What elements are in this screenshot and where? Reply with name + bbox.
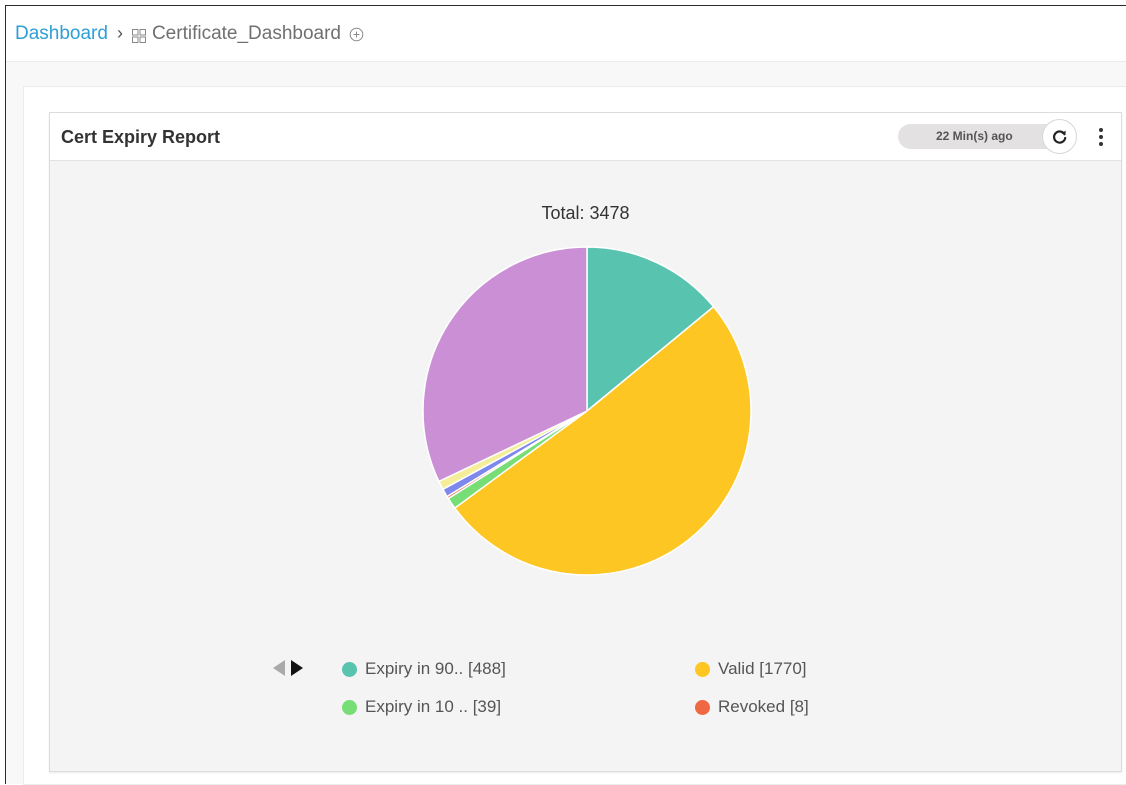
legend-item-revoked[interactable]: Revoked [8]: [695, 697, 809, 717]
legend-item-expiry-90[interactable]: Expiry in 90.. [488]: [342, 659, 506, 679]
legend-swatch: [342, 699, 357, 715]
triangle-left-icon[interactable]: [271, 659, 287, 682]
cert-expiry-widget: Cert Expiry Report 22 Min(s) ago Total: …: [49, 112, 1122, 772]
dashboard-canvas: Cert Expiry Report 22 Min(s) ago Total: …: [23, 86, 1126, 785]
legend-item-valid[interactable]: Valid [1770]: [695, 659, 807, 679]
legend-item-expiry-10[interactable]: Expiry in 10 .. [39]: [342, 697, 501, 717]
legend-label: Expiry in 90.. [488]: [365, 659, 506, 678]
legend-label: Expiry in 10 .. [39]: [365, 697, 502, 716]
legend-swatch: [695, 699, 710, 715]
legend-swatch: [695, 661, 710, 677]
chart-legend: Expiry in 90.. [488] Valid [1770] Expiry…: [342, 649, 862, 729]
breadcrumb-dashboard-link[interactable]: Dashboard: [15, 23, 108, 45]
triangle-right-icon[interactable]: [289, 659, 305, 682]
breadcrumb: Dashboard › Certificate_Dashboard: [6, 6, 1126, 62]
breadcrumb-current: Certificate_Dashboard: [151, 22, 341, 44]
chevron-right-icon: ›: [116, 23, 123, 43]
legend-pager: [271, 659, 305, 682]
legend-swatch: [342, 661, 357, 677]
grid-icon: [131, 27, 146, 43]
legend-label: Revoked [8]: [718, 697, 809, 716]
app-frame: Dashboard › Certificate_Dashboard Cert E…: [5, 5, 1126, 785]
plus-circle-icon[interactable]: [349, 26, 364, 42]
legend-label: Valid [1770]: [718, 659, 807, 678]
